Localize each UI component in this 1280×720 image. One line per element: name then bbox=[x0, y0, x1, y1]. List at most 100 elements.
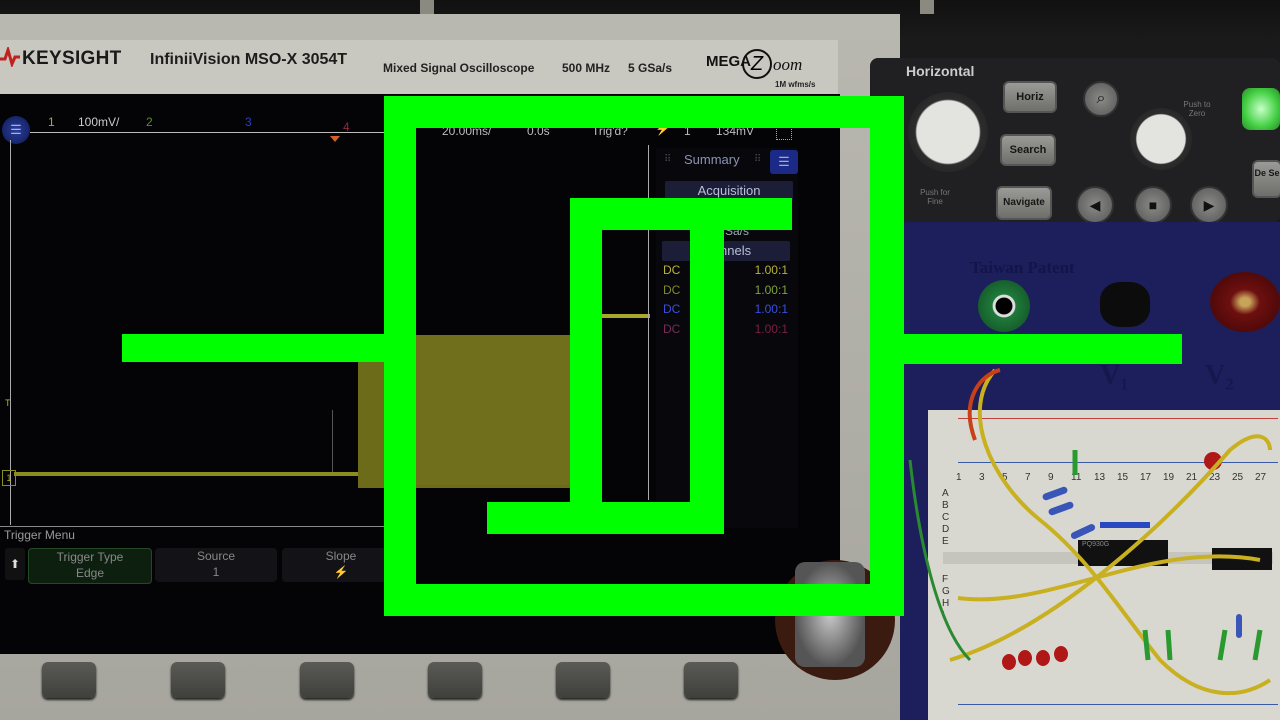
menu-icon: ☰ bbox=[778, 154, 790, 169]
red-banana-jack[interactable] bbox=[1210, 272, 1280, 332]
hardware-softkey-5[interactable] bbox=[556, 662, 610, 698]
softkey-label: Trigger Type bbox=[56, 550, 124, 564]
navigate-button[interactable]: Navigate bbox=[996, 186, 1052, 220]
scope-description: Mixed Signal Oscilloscope bbox=[383, 61, 535, 75]
channels-section-button[interactable]: nnels bbox=[662, 241, 790, 261]
horizontal-title: Horizontal bbox=[906, 63, 975, 79]
softkey-value: 1 bbox=[212, 565, 220, 579]
channel-row: DC 1.00:1 bbox=[663, 283, 788, 297]
softkey-slope[interactable]: Slope ⚡ bbox=[282, 548, 400, 582]
horizontal-scale-knob[interactable] bbox=[908, 92, 988, 172]
green-banana-jack[interactable] bbox=[978, 280, 1030, 332]
trigger-menu-title: Trigger Menu bbox=[4, 528, 75, 542]
orange-wire bbox=[967, 368, 1001, 441]
hardware-softkey-4[interactable] bbox=[428, 662, 482, 698]
overlay-inner-right bbox=[690, 198, 724, 534]
green-wire bbox=[1165, 629, 1173, 661]
black-banana-plug[interactable] bbox=[1100, 282, 1150, 327]
channels-label: nnels bbox=[720, 243, 752, 258]
drag-handle-icon[interactable]: ⠿ bbox=[664, 154, 671, 165]
model-name: InfiniiVision MSO-X 3054T bbox=[150, 51, 348, 68]
drag-handle-icon[interactable]: ⠿ bbox=[754, 154, 761, 165]
softkey-source[interactable]: Source 1 bbox=[155, 548, 277, 582]
green-wire bbox=[1217, 629, 1228, 661]
softkey-label: Source bbox=[196, 549, 236, 563]
overlay-box-left bbox=[384, 96, 416, 616]
probe-ratio: 1.00:1 bbox=[754, 302, 788, 316]
channel-row: DC 1.00:1 bbox=[663, 322, 788, 336]
coupling: DC bbox=[663, 263, 681, 277]
header-divider bbox=[30, 132, 390, 133]
yellow-wire bbox=[977, 368, 1272, 696]
green-wire bbox=[1252, 629, 1263, 661]
magnifier-icon: ⌕ bbox=[1096, 90, 1106, 107]
coupling: DC bbox=[663, 302, 681, 316]
channel-3-label[interactable]: 3 bbox=[245, 115, 252, 129]
summary-title: Summary bbox=[684, 152, 740, 167]
overlay-inner-left bbox=[570, 198, 602, 504]
overlay-box-bottom bbox=[384, 584, 904, 616]
wiring bbox=[908, 368, 1272, 696]
shelf-post bbox=[420, 0, 434, 14]
trace-glitch bbox=[332, 410, 333, 472]
channel-1-scale[interactable]: 100mV/ bbox=[78, 115, 119, 129]
probe-ratio: 1.00:1 bbox=[754, 263, 788, 277]
waveform-grid bbox=[10, 140, 401, 525]
navigate-forward-button[interactable]: ▶ bbox=[1190, 186, 1228, 224]
coupling: DC bbox=[663, 283, 681, 297]
megazoom-z-icon: Z bbox=[742, 49, 772, 79]
probe-ratio: 1.00:1 bbox=[754, 322, 788, 336]
probe-ratio: 1.00:1 bbox=[754, 283, 788, 297]
patent-text: Taiwan Patent bbox=[970, 258, 1075, 277]
push-for-fine-label: Push for Fine bbox=[920, 188, 950, 206]
arrow-up-icon: ⬆ bbox=[9, 557, 21, 571]
overlay-box-top bbox=[384, 96, 904, 128]
coupling: DC bbox=[663, 322, 681, 336]
green-wire bbox=[908, 459, 972, 662]
brand-name: KEYSIGHT bbox=[22, 48, 122, 69]
megazoom-subtitle: 1M wfms/s bbox=[775, 80, 816, 89]
channel-1-trace-high bbox=[600, 314, 650, 318]
push-to-zero-label: Push to Zero bbox=[1183, 100, 1211, 118]
channel-1-trace-burst bbox=[415, 335, 573, 485]
summary-menu-button[interactable]: ☰ bbox=[770, 150, 798, 174]
megazoom-oom: oom bbox=[773, 55, 803, 74]
navigate-stop-button[interactable]: ■ bbox=[1134, 186, 1172, 224]
softkey-divider bbox=[0, 526, 400, 527]
shelf-post bbox=[920, 0, 934, 14]
hardware-softkey-3[interactable] bbox=[300, 662, 354, 698]
keysight-logo-icon bbox=[0, 47, 20, 67]
channel-2-label[interactable]: 2 bbox=[146, 115, 153, 129]
zoom-button[interactable]: ⌕ bbox=[1083, 81, 1119, 117]
green-wire bbox=[1142, 629, 1151, 661]
play-right-icon: ▶ bbox=[1203, 197, 1215, 213]
search-button[interactable]: Search bbox=[1000, 134, 1056, 166]
channel-row: DC 1.00:1 bbox=[663, 302, 788, 316]
play-left-icon: ◀ bbox=[1089, 197, 1101, 213]
hardware-softkey-6[interactable] bbox=[684, 662, 738, 698]
bandwidth-label: 500 MHz bbox=[562, 61, 611, 75]
stop-icon: ■ bbox=[1148, 197, 1158, 213]
default-setup-button[interactable]: De Se bbox=[1252, 160, 1280, 198]
sample-rate-label: 5 GSa/s bbox=[628, 61, 673, 75]
zoom-box-icon[interactable] bbox=[776, 126, 792, 140]
hardware-softkey-2[interactable] bbox=[171, 662, 225, 698]
softkey-value: Edge bbox=[75, 566, 105, 580]
softkey-trigger-type[interactable]: Trigger Type Edge bbox=[28, 548, 152, 584]
hardware-softkey-1[interactable] bbox=[42, 662, 96, 698]
horiz-button[interactable]: Horiz bbox=[1003, 81, 1057, 113]
run-stop-button[interactable] bbox=[1242, 88, 1280, 130]
channel-row: DC 1.00:1 bbox=[663, 263, 788, 277]
channel-1-label[interactable]: 1 bbox=[48, 115, 55, 129]
menu-icon: ☰ bbox=[10, 122, 22, 137]
channel-1-trace bbox=[14, 472, 359, 476]
softkey-label: Slope bbox=[325, 549, 357, 563]
overlay-left-lead bbox=[122, 334, 392, 362]
overlay-box-right bbox=[870, 96, 904, 616]
slope-icon: ⚡ bbox=[333, 565, 349, 579]
navigate-back-button[interactable]: ◀ bbox=[1076, 186, 1114, 224]
menu-up-button[interactable]: ⬆ bbox=[5, 548, 25, 580]
overlay-inner-bottom bbox=[487, 502, 724, 534]
overlay-inner-top bbox=[570, 198, 792, 230]
trigger-level-marker[interactable]: T bbox=[5, 398, 11, 408]
